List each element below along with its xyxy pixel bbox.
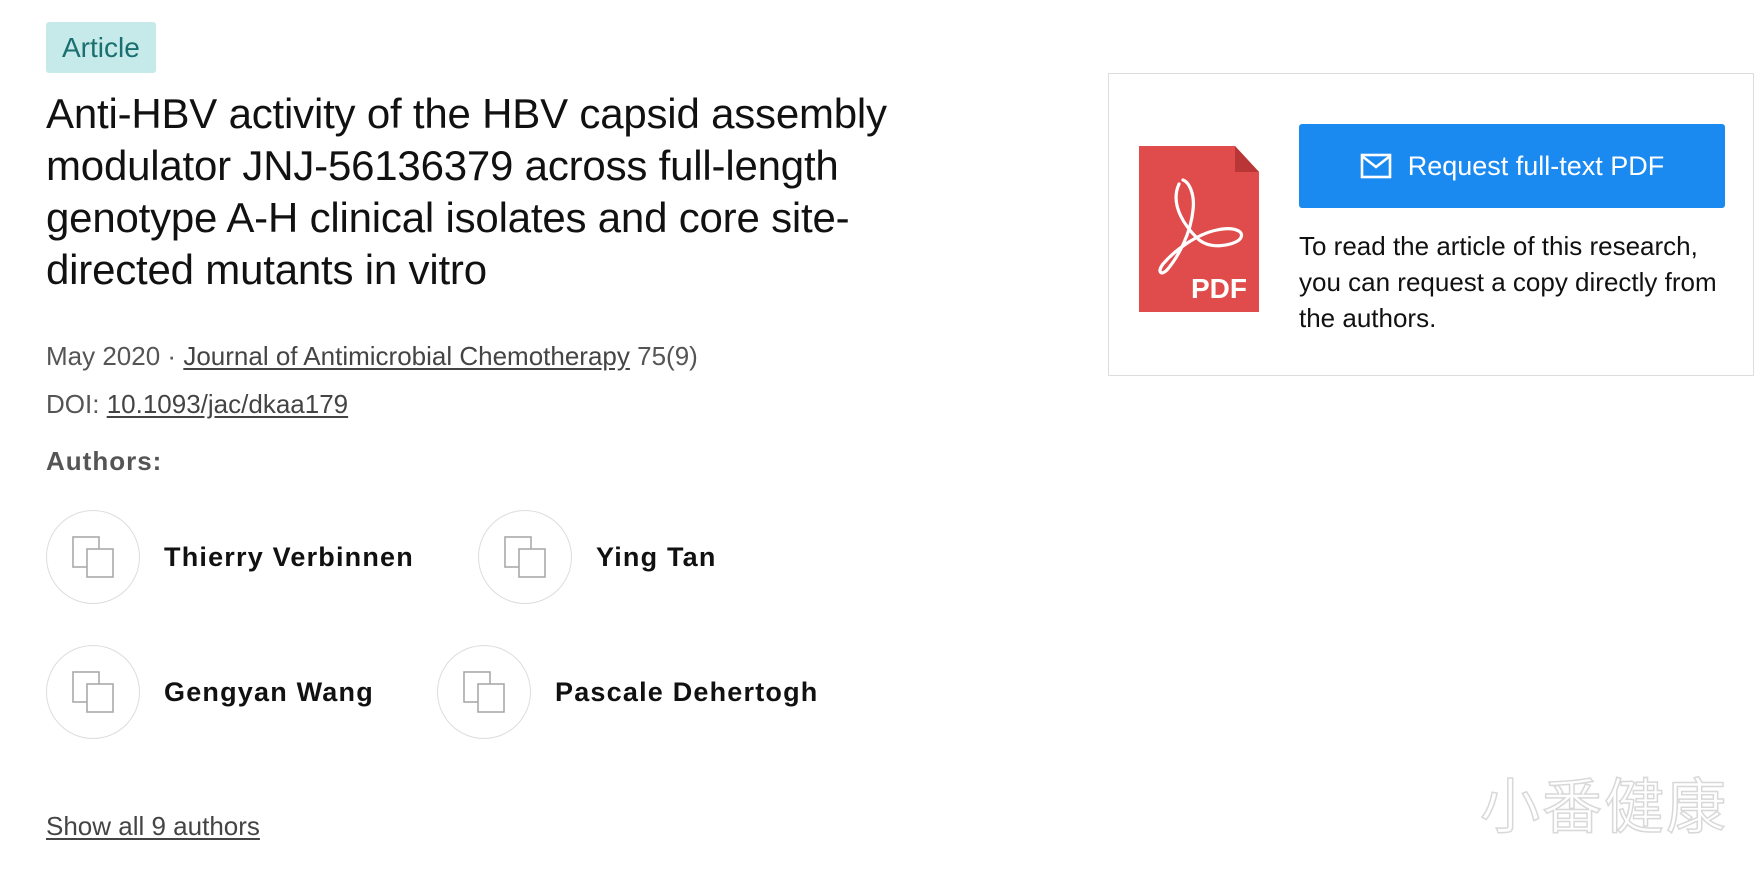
author-name[interactable]: Pascale Dehertogh xyxy=(555,677,819,708)
mail-icon xyxy=(1360,153,1392,179)
request-pdf-button[interactable]: Request full-text PDF xyxy=(1299,124,1725,208)
publication-date: May 2020 xyxy=(46,341,161,371)
meta-separator: · xyxy=(167,341,177,371)
request-pdf-description: To read the article of this research, yo… xyxy=(1299,231,1717,333)
article-type-badge: Article xyxy=(46,22,156,73)
author-name[interactable]: Ying Tan xyxy=(596,542,717,573)
author-name[interactable]: Thierry Verbinnen xyxy=(164,542,414,573)
pdf-icon-label: PDF xyxy=(1191,273,1247,304)
author-placeholder-icon[interactable] xyxy=(46,510,140,604)
author-item[interactable]: Gengyan Wang xyxy=(46,645,374,739)
author-item[interactable]: Ying Tan xyxy=(478,510,717,604)
publication-info: May 2020 · Journal of Antimicrobial Chem… xyxy=(46,341,698,372)
watermark-logo: 小番健康 xyxy=(1480,772,1728,840)
doi-label: DOI: xyxy=(46,389,100,419)
author-name[interactable]: Gengyan Wang xyxy=(164,677,374,708)
author-placeholder-icon[interactable] xyxy=(478,510,572,604)
journal-link[interactable]: Journal of Antimicrobial Chemotherapy xyxy=(183,341,630,371)
authors-heading: Authors: xyxy=(46,446,163,476)
author-placeholder-icon[interactable] xyxy=(46,645,140,739)
author-placeholder-icon[interactable] xyxy=(437,645,531,739)
show-all-authors-link[interactable]: Show all 9 authors xyxy=(46,811,260,842)
article-title: Anti-HBV activity of the HBV capsid asse… xyxy=(46,90,887,293)
journal-volume: 75(9) xyxy=(637,341,698,371)
pdf-request-card: PDF Request full-text PDF To read the ar… xyxy=(1108,73,1754,376)
svg-text:小番健康: 小番健康 xyxy=(1480,773,1728,840)
author-item[interactable]: Thierry Verbinnen xyxy=(46,510,414,604)
doi-link[interactable]: 10.1093/jac/dkaa179 xyxy=(107,389,348,419)
request-pdf-label[interactable]: Request full-text PDF xyxy=(1408,151,1665,182)
pdf-file-icon: PDF xyxy=(1139,146,1259,317)
doi-line: DOI: 10.1093/jac/dkaa179 xyxy=(46,389,348,420)
author-item[interactable]: Pascale Dehertogh xyxy=(437,645,819,739)
